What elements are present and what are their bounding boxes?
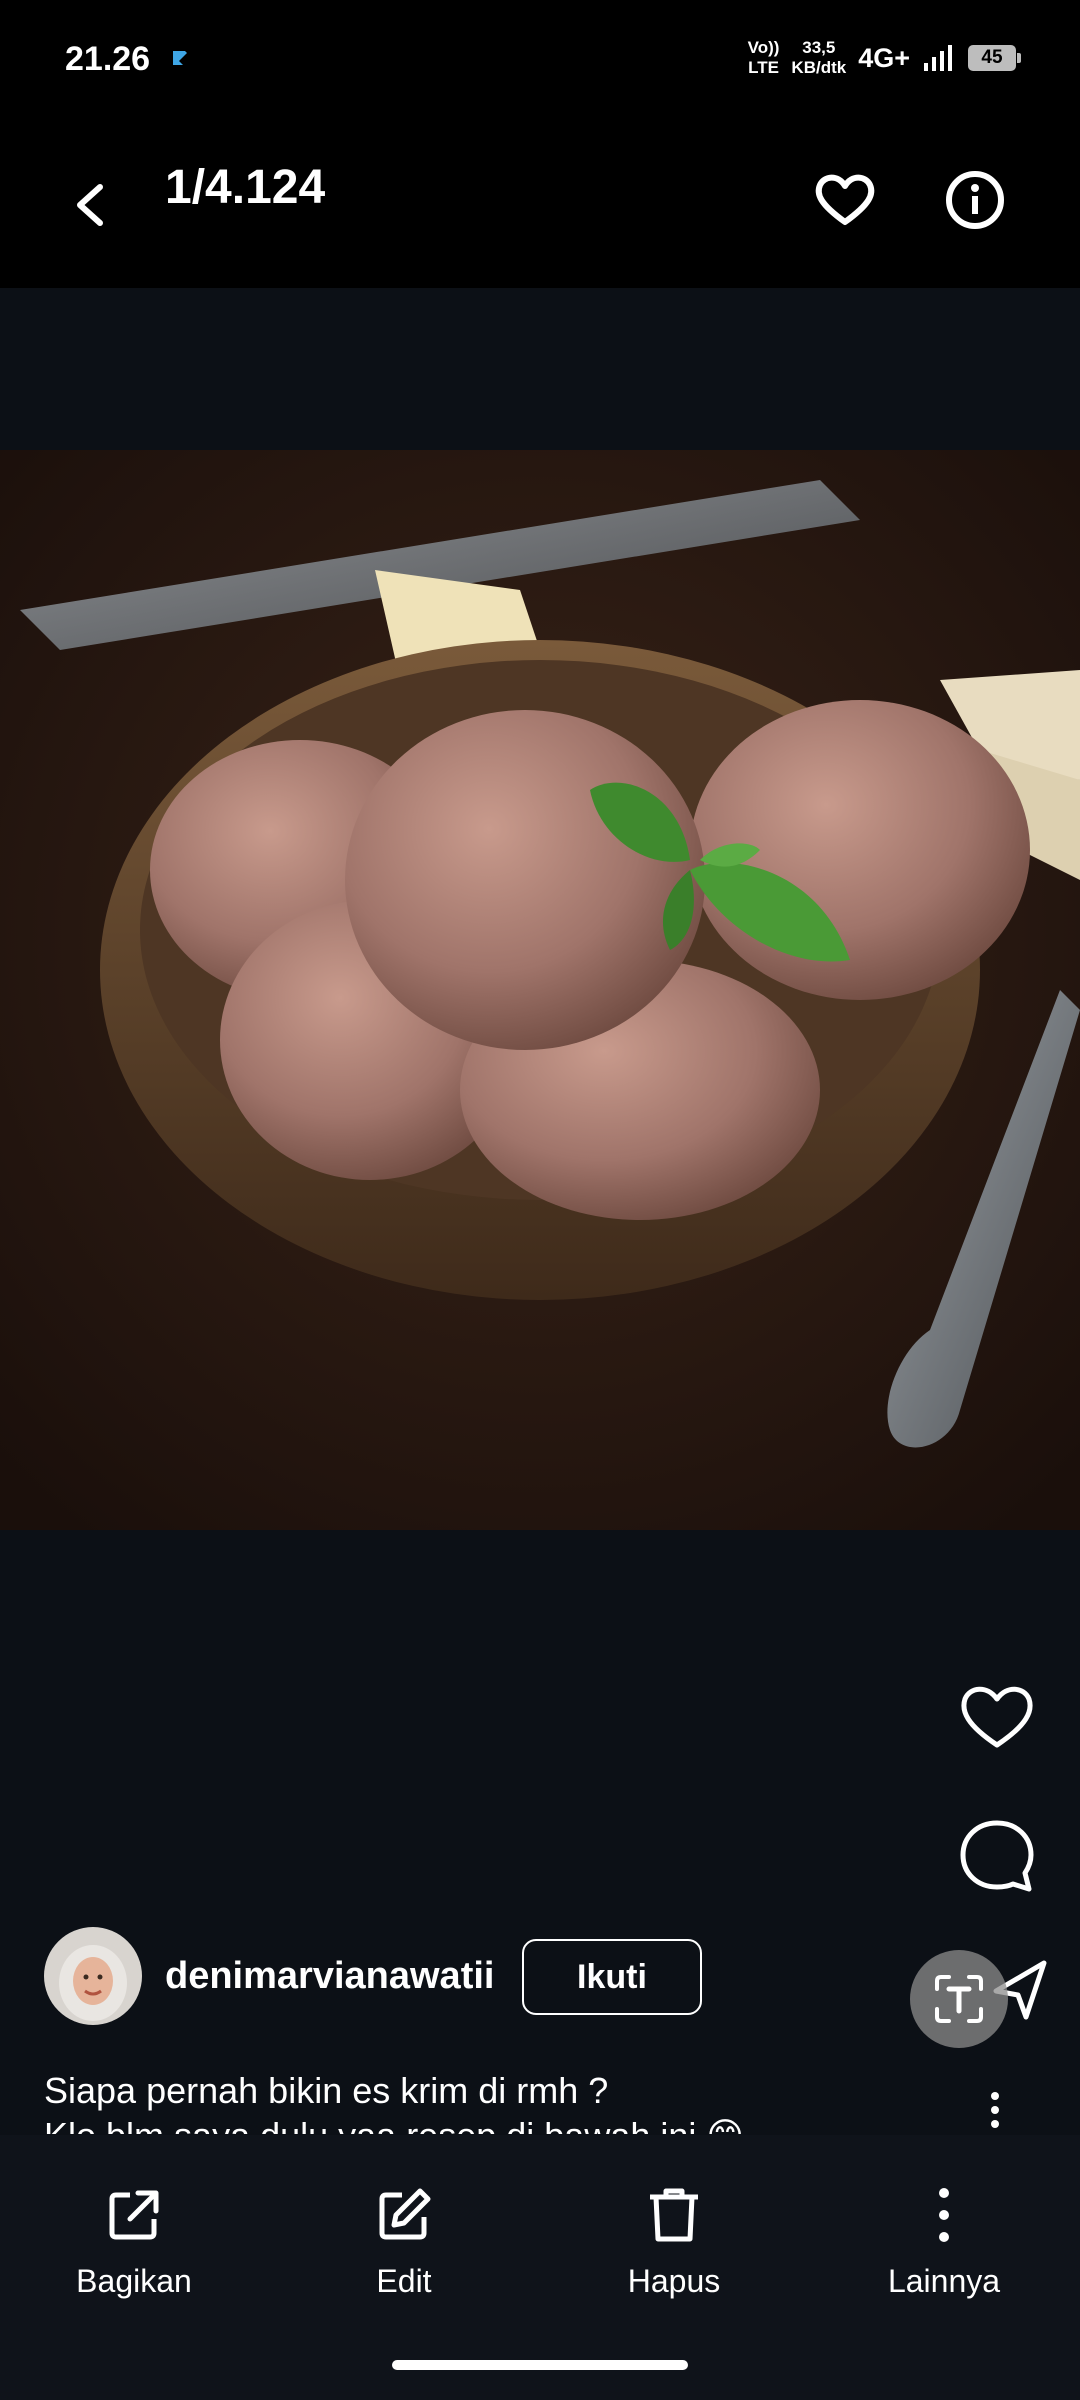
delete-button[interactable]: Hapus: [574, 2185, 774, 2300]
back-arrow-icon[interactable]: [60, 165, 120, 245]
network-type: 4G+: [858, 42, 910, 73]
signal-icon: [924, 45, 952, 71]
caption-line: Klo blm saya dulu yaa resep di bawah ini…: [44, 2113, 924, 2134]
favorite-heart-icon[interactable]: [810, 160, 880, 240]
delete-label: Hapus: [627, 2263, 721, 2299]
post-photo[interactable]: [0, 450, 1080, 1530]
edit-button[interactable]: Edit: [304, 2185, 504, 2300]
status-indicators: Vo)) LTE 33,5 KB/dtk 4G+ 45: [747, 38, 1021, 78]
text-recognition-button[interactable]: [910, 1950, 1008, 2048]
username[interactable]: denimarvianawatii: [165, 1955, 494, 1998]
share-icon: [109, 2190, 159, 2240]
edit-label: Edit: [376, 2263, 432, 2299]
more-vertical-icon: [939, 2188, 949, 2242]
share-button[interactable]: Bagikan: [34, 2185, 234, 2300]
caption-line: Siapa pernah bikin es krim di rmh ?: [44, 2070, 609, 2111]
more-options-icon[interactable]: [985, 2090, 1005, 2130]
ice-cream-bowl-image: [0, 450, 1080, 1530]
status-bar: 21.26 Vo)) LTE 33,5 KB/dtk 4G+ 45: [0, 0, 1080, 120]
status-time: 21.26: [65, 40, 151, 78]
scan-text-icon: [935, 1975, 983, 2023]
home-indicator[interactable]: [392, 2360, 688, 2370]
edit-icon: [379, 2188, 431, 2240]
avatar[interactable]: [44, 1927, 142, 2025]
like-heart-icon[interactable]: [955, 1675, 1039, 1755]
info-icon[interactable]: [940, 160, 1010, 240]
trash-icon: [650, 2188, 698, 2242]
comment-icon[interactable]: [955, 1815, 1039, 1895]
volte-indicator: Vo)) LTE: [747, 38, 780, 77]
app-notification-icon: [173, 51, 187, 65]
viewer-top-bar: 1/4.124: [0, 120, 1080, 288]
share-label: Bagikan: [76, 2263, 192, 2299]
follow-button[interactable]: Ikuti: [522, 1939, 702, 2015]
profile-picture: [44, 1927, 142, 2025]
network-speed: 33,5 KB/dtk: [791, 38, 847, 77]
battery-icon: 45: [968, 45, 1021, 71]
image-counter: 1/4.124: [165, 161, 326, 214]
more-button[interactable]: Lainnya: [844, 2185, 1044, 2300]
post-caption[interactable]: Siapa pernah bikin es krim di rmh ? Klo …: [44, 2068, 924, 2134]
more-label: Lainnya: [887, 2263, 1001, 2299]
